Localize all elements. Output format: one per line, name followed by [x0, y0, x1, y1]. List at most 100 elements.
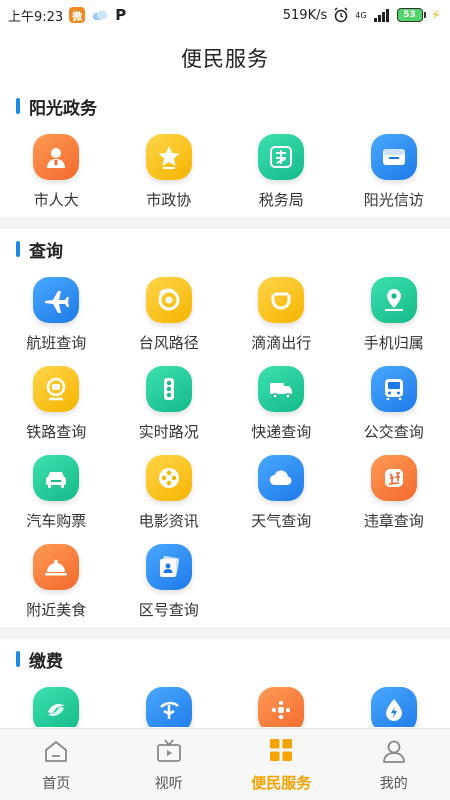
battery-icon: 53: [396, 8, 426, 22]
tab-video[interactable]: 视听: [113, 729, 226, 800]
service-label: 天气查询: [251, 512, 312, 530]
service-grid: 市人大 市政协 税务局 阳光信访: [0, 126, 450, 217]
service-bus-query[interactable]: 公交查询: [338, 358, 450, 447]
service-mobile-pay[interactable]: [0, 679, 113, 727]
car-icon: [33, 455, 80, 501]
section-divider: [0, 217, 450, 229]
status-time: 上午9:23: [8, 9, 64, 25]
service-city-congress[interactable]: 市人大: [0, 126, 113, 215]
tab-services[interactable]: 便民服务: [225, 729, 338, 800]
tv-icon: [155, 737, 183, 769]
china-mobile-icon: [33, 687, 80, 727]
service-label: 违章查询: [363, 512, 424, 530]
service-label: 市人大: [33, 191, 79, 209]
grid-icon: [267, 736, 295, 768]
status-left: 上午9:23 微 P: [8, 6, 126, 25]
star-icon: [145, 134, 192, 180]
truck-icon: [258, 366, 305, 412]
service-area-code[interactable]: 区号查询: [113, 536, 226, 625]
contact-card-icon: [145, 544, 192, 590]
tab-label: 首页: [42, 775, 71, 792]
p-app-icon: P: [115, 6, 127, 24]
china-telecom-icon: [145, 687, 192, 727]
section-payment: 缴费: [0, 639, 450, 727]
service-typhoon-path[interactable]: 台风路径: [113, 269, 226, 358]
charging-icon: ⚡: [431, 8, 440, 22]
section-divider: [0, 627, 450, 639]
battery-level: 53: [396, 8, 423, 22]
network-type: 4G: [355, 10, 367, 20]
service-label: 阳光信访: [363, 191, 424, 209]
film-reel-icon: [145, 455, 192, 501]
section-accent-bar: [16, 98, 20, 114]
tax-icon: [258, 134, 305, 180]
service-unicom-pay[interactable]: [225, 679, 338, 727]
bottom-tab-bar: 首页 视听 便民服务 我的: [0, 728, 450, 800]
service-grid: 航班查询 台风路径 滴滴出行 手机归属 铁路查询 实时路况 快递查询 公交查询 …: [0, 269, 450, 627]
service-label: 税务局: [258, 191, 304, 209]
service-water-electric-pay[interactable]: [338, 679, 450, 727]
service-label: 附近美食: [26, 601, 87, 619]
service-label: 汽车购票: [26, 512, 87, 530]
service-content[interactable]: 阳光政务 市人大 市政协 税务局 阳光信访 查询 航班查询 台风路径 滴滴出行 …: [0, 86, 450, 727]
section-title: 阳光政务: [29, 98, 97, 119]
service-label: 公交查询: [363, 423, 424, 441]
mailbox-icon: [370, 134, 417, 180]
user-icon: [380, 737, 408, 769]
service-phone-location[interactable]: 手机归属: [338, 269, 450, 358]
page-header: 便民服务: [0, 36, 450, 80]
service-express-query[interactable]: 快递查询: [225, 358, 338, 447]
network-speed: 519K/s: [282, 7, 328, 23]
battery-tip: [423, 12, 426, 18]
location-icon: [370, 277, 417, 323]
service-label: 区号查询: [138, 601, 199, 619]
section-title: 缴费: [29, 651, 63, 672]
section-header: 阳光政务: [0, 86, 450, 126]
service-nearby-food[interactable]: 附近美食: [0, 536, 113, 625]
service-label: 电影资讯: [138, 512, 199, 530]
service-live-traffic[interactable]: 实时路况: [113, 358, 226, 447]
section-header: 查询: [0, 229, 450, 269]
violation-icon: [370, 455, 417, 501]
service-railway-query[interactable]: 铁路查询: [0, 358, 113, 447]
service-petition[interactable]: 阳光信访: [338, 126, 450, 215]
section-accent-bar: [16, 241, 20, 257]
service-label: 铁路查询: [26, 423, 87, 441]
page-title: 便民服务: [181, 47, 269, 71]
section-query: 查询 航班查询 台风路径 滴滴出行 手机归属 铁路查询 实时路况 快递查询 公交…: [0, 229, 450, 627]
airplane-icon: [33, 277, 80, 323]
service-flight-query[interactable]: 航班查询: [0, 269, 113, 358]
person-icon: [33, 134, 80, 180]
service-car-ticket[interactable]: 汽车购票: [0, 447, 113, 536]
train-icon: [33, 366, 80, 412]
status-right: 519K/s 4G 53 ⚡: [283, 7, 440, 23]
china-unicom-icon: [258, 687, 305, 727]
food-cloche-icon: [33, 544, 80, 590]
cloud-icon: [92, 10, 108, 21]
service-tax-bureau[interactable]: 税务局: [225, 126, 338, 215]
service-didi[interactable]: 滴滴出行: [225, 269, 338, 358]
service-label: 台风路径: [138, 334, 199, 352]
weibo-glyph: 微: [72, 11, 83, 23]
weibo-app-icon: 微: [69, 7, 86, 23]
service-label: 快递查询: [251, 423, 312, 441]
tab-label: 我的: [379, 775, 408, 792]
didi-icon: [258, 277, 305, 323]
water-electric-icon: [370, 687, 417, 727]
tab-profile[interactable]: 我的: [338, 729, 450, 800]
tab-label: 视听: [154, 775, 183, 792]
service-cppcc[interactable]: 市政协: [113, 126, 226, 215]
service-label: 航班查询: [26, 334, 87, 352]
service-movie-info[interactable]: 电影资讯: [113, 447, 226, 536]
bus-icon: [370, 366, 417, 412]
service-label: 实时路况: [138, 423, 199, 441]
section-header: 缴费: [0, 639, 450, 679]
signal-icon: [373, 9, 389, 22]
service-violation-query[interactable]: 违章查询: [338, 447, 450, 536]
section-accent-bar: [16, 651, 20, 667]
service-telecom-pay[interactable]: [113, 679, 226, 727]
service-grid: [0, 679, 450, 727]
section-title: 查询: [29, 241, 63, 262]
service-weather-query[interactable]: 天气查询: [225, 447, 338, 536]
tab-home[interactable]: 首页: [0, 729, 113, 800]
